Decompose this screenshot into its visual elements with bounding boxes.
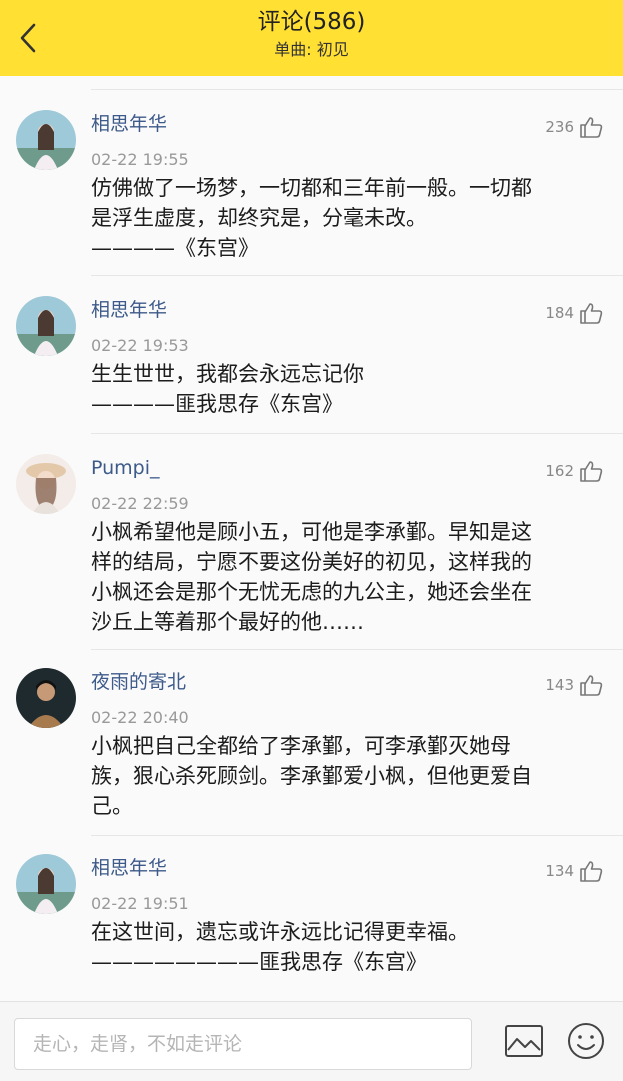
comment-list[interactable]: 相思年华 02-22 19:55 236 仿佛做了一场梦，一切都和三年前一般。一… (0, 76, 623, 1001)
divider (91, 835, 623, 836)
comment-time: 02-22 20:40 (91, 708, 189, 727)
like-button[interactable]: 162 (545, 460, 603, 482)
avatar[interactable] (16, 110, 76, 170)
comment-text: 在这世间，遗忘或许永远比记得更幸福。 ————————匪我思存《东宫》 (91, 917, 607, 977)
username[interactable]: 相思年华 (91, 856, 167, 880)
like-button[interactable]: 134 (545, 860, 603, 882)
avatar[interactable] (16, 296, 76, 356)
like-count: 143 (545, 676, 574, 694)
comment-line: ————匪我思存《东宫》 (91, 392, 343, 416)
avatar[interactable] (16, 854, 76, 914)
like-button[interactable]: 236 (545, 116, 603, 138)
like-count: 134 (545, 862, 574, 880)
comment-item: Pumpi_ 02-22 22:59 162 小枫希望他是顾小五，可他是李承鄞。… (0, 454, 623, 650)
thumbs-up-icon (580, 461, 603, 482)
like-button[interactable]: 184 (545, 302, 603, 324)
avatar-image (16, 296, 76, 356)
comment-text: 小枫希望他是顾小五，可他是李承鄞。早知是这 样的结局，宁愿不要这份美好的初见，这… (91, 517, 607, 637)
divider (91, 433, 623, 434)
comment-line: 样的结局，宁愿不要这份美好的初见，这样我的 (91, 550, 532, 574)
comment-line: 沙丘上等着那个最好的他…… (91, 610, 364, 634)
comment-time: 02-22 19:55 (91, 150, 189, 169)
avatar-image (16, 110, 76, 170)
comment-input[interactable] (14, 1018, 472, 1070)
username[interactable]: 相思年华 (91, 298, 167, 322)
comment-item: 相思年华 02-22 19:55 236 仿佛做了一场梦，一切都和三年前一般。一… (0, 110, 623, 276)
page-title: 评论(586) (257, 9, 366, 35)
like-count: 184 (545, 304, 574, 322)
comment-line: 己。 (91, 794, 133, 818)
comment-text: 仿佛做了一场梦，一切都和三年前一般。一切都 是浮生虚度，却终究是，分毫未改。 —… (91, 173, 607, 263)
username[interactable]: Pumpi_ (91, 456, 160, 480)
avatar[interactable] (16, 668, 76, 728)
like-count: 162 (545, 462, 574, 480)
avatar-image (16, 668, 76, 728)
comment-time: 02-22 19:51 (91, 894, 189, 913)
like-count: 236 (545, 118, 574, 136)
divider (91, 89, 623, 90)
divider (91, 649, 623, 650)
username[interactable]: 相思年华 (91, 112, 167, 136)
thumbs-up-icon (580, 117, 603, 138)
comment-line: ————《东宫》 (91, 236, 259, 260)
avatar-image (16, 454, 76, 514)
username[interactable]: 夜雨的寄北 (91, 670, 186, 694)
comment-text: 生生世世，我都会永远忘记你 ————匪我思存《东宫》 (91, 359, 607, 419)
comment-time: 02-22 22:59 (91, 494, 189, 513)
image-icon (505, 1025, 543, 1057)
comment-text: 小枫把自己全都给了李承鄞，可李承鄞灭她母 族，狠心杀死顾剑。李承鄞爱小枫，但他更… (91, 731, 607, 821)
smiley-icon (568, 1023, 604, 1059)
image-button[interactable] (504, 1024, 544, 1058)
page-subtitle: 单曲: 初见 (274, 40, 349, 59)
comment-line: 族，狠心杀死顾剑。李承鄞爱小枫，但他更爱自 (91, 764, 532, 788)
avatar[interactable] (16, 454, 76, 514)
comment-item: 相思年华 02-22 19:53 184 生生世世，我都会永远忘记你 ————匪… (0, 296, 623, 434)
comment-item: 相思年华 02-22 19:51 134 在这世间，遗忘或许永远比记得更幸福。 … (0, 854, 623, 994)
thumbs-up-icon (580, 675, 603, 696)
comment-line: 小枫希望他是顾小五，可他是李承鄞。早知是这 (91, 520, 532, 544)
comment-item: 夜雨的寄北 02-22 20:40 143 小枫把自己全都给了李承鄞，可李承鄞灭… (0, 668, 623, 836)
comment-line: ————————匪我思存《东宫》 (91, 950, 427, 974)
comment-line: 小枫还会是那个无忧无虑的九公主，她还会坐在 (91, 580, 532, 604)
thumbs-up-icon (580, 303, 603, 324)
comment-time: 02-22 19:53 (91, 336, 189, 355)
comment-bar (0, 1001, 623, 1081)
comment-line: 在这世间，遗忘或许永远比记得更幸福。 (91, 920, 469, 944)
thumbs-up-icon (580, 861, 603, 882)
comment-line: 是浮生虚度，却终究是，分毫未改。 (91, 206, 427, 230)
avatar-image (16, 854, 76, 914)
comment-line: 生生世世，我都会永远忘记你 (91, 362, 364, 386)
header: 评论(586) 单曲: 初见 (0, 0, 623, 76)
like-button[interactable]: 143 (545, 674, 603, 696)
emoji-button[interactable] (567, 1022, 605, 1060)
comment-line: 小枫把自己全都给了李承鄞，可李承鄞灭她母 (91, 734, 511, 758)
divider (91, 275, 623, 276)
comment-line: 仿佛做了一场梦，一切都和三年前一般。一切都 (91, 176, 532, 200)
